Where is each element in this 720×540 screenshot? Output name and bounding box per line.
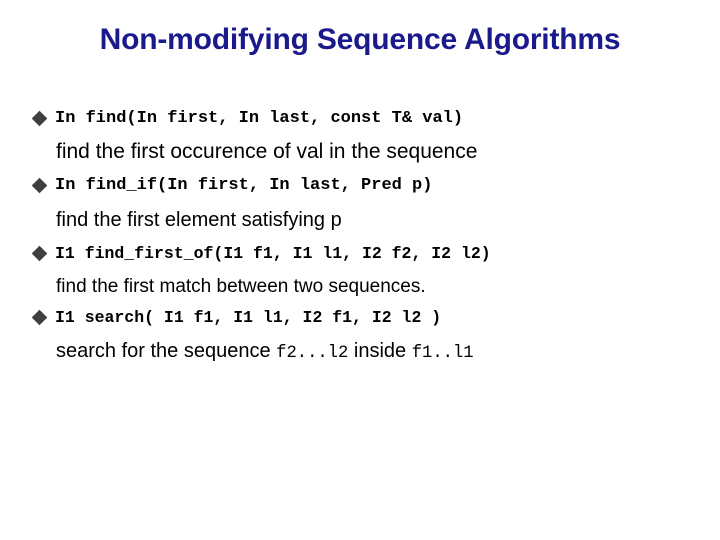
algorithm-signature: I1 find_first_of(I1 f1, I1 l1, I2 f2, I2…	[55, 244, 491, 263]
diamond-bullet-icon	[31, 309, 48, 326]
algorithm-signature: In find(In first, In last, const T& val)	[55, 109, 464, 128]
list-item: I1 find_first_of(I1 f1, I1 l1, I2 f2, I2…	[0, 238, 720, 303]
algorithm-description-text: search for the sequence	[56, 340, 277, 362]
algorithm-signature-row: I1 find_first_of(I1 f1, I1 l1, I2 f2, I2…	[0, 238, 720, 270]
algorithm-signature-row: In find(In first, In last, const T& val)	[0, 104, 720, 134]
algorithm-description-range-target: f1..l1	[411, 344, 474, 363]
diamond-bullet-icon	[31, 245, 48, 262]
algorithm-list: In find(In first, In last, const T& val)…	[0, 104, 720, 372]
algorithm-description-text: find the first match between two sequenc…	[56, 276, 426, 297]
slide: Non-modifying Sequence Algorithms In fin…	[0, 0, 720, 540]
algorithm-description-range-source: f2...l2	[276, 344, 349, 363]
algorithm-signature-row: In find_if(In first, In last, Pred p)	[0, 170, 720, 202]
algorithm-description-row: find the first occurence of val in the s…	[0, 134, 720, 170]
algorithm-description-text: find the first element satisfying p	[56, 209, 342, 231]
list-item: In find_if(In first, In last, Pred p) fi…	[0, 170, 720, 238]
list-item: I1 search( I1 f1, I1 l1, I2 f1, I2 l2 ) …	[0, 303, 720, 372]
algorithm-signature: I1 search( I1 f1, I1 l1, I2 f1, I2 l2 )	[55, 308, 442, 327]
algorithm-description-row: search for the sequence f2...l2 inside f…	[0, 333, 720, 372]
algorithm-signature: In find_if(In first, In last, Pred p)	[55, 176, 433, 195]
algorithm-description-connector: inside	[348, 340, 412, 362]
list-item: In find(In first, In last, const T& val)…	[0, 104, 720, 170]
algorithm-signature-row: I1 search( I1 f1, I1 l1, I2 f1, I2 l2 )	[0, 303, 720, 333]
diamond-bullet-icon	[31, 177, 48, 194]
algorithm-description-row: find the first match between two sequenc…	[0, 270, 720, 303]
algorithm-description-row: find the first element satisfying p	[0, 202, 720, 238]
page-title: Non-modifying Sequence Algorithms	[99, 23, 621, 56]
algorithm-description-text: find the first occurence of val in the s…	[56, 140, 478, 163]
diamond-bullet-icon	[31, 110, 48, 127]
